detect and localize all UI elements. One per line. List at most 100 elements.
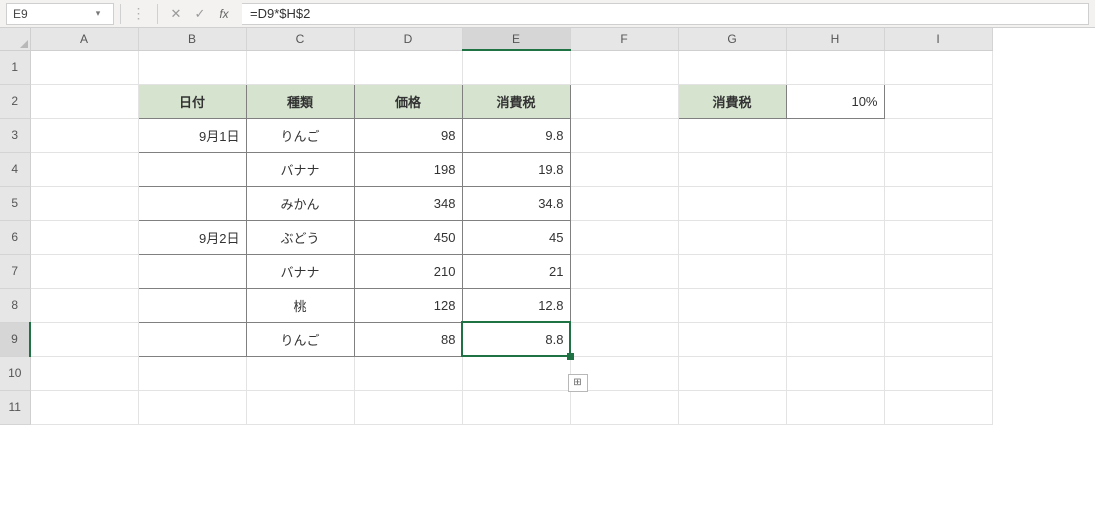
cell-E6[interactable]: 45: [462, 220, 570, 254]
cell-F3[interactable]: [570, 118, 678, 152]
cell-E8[interactable]: 12.8: [462, 288, 570, 322]
row-head-9[interactable]: 9: [0, 322, 30, 356]
cell-A4[interactable]: [30, 152, 138, 186]
cell-I9[interactable]: [884, 322, 992, 356]
col-head-E[interactable]: E: [462, 28, 570, 50]
more-icon[interactable]: ⋮: [127, 3, 151, 25]
cell-D11[interactable]: [354, 390, 462, 424]
cell-I5[interactable]: [884, 186, 992, 220]
row-head-7[interactable]: 7: [0, 254, 30, 288]
row-head-5[interactable]: 5: [0, 186, 30, 220]
cell-E5[interactable]: 34.8: [462, 186, 570, 220]
cell-A3[interactable]: [30, 118, 138, 152]
cell-I4[interactable]: [884, 152, 992, 186]
cell-I3[interactable]: [884, 118, 992, 152]
cell-G5[interactable]: [678, 186, 786, 220]
cell-D4[interactable]: 198: [354, 152, 462, 186]
row-head-8[interactable]: 8: [0, 288, 30, 322]
cancel-icon[interactable]: ✕: [164, 3, 188, 25]
cell-G1[interactable]: [678, 50, 786, 84]
cell-B8[interactable]: [138, 288, 246, 322]
cell-F9[interactable]: [570, 322, 678, 356]
cell-H2[interactable]: 10%: [786, 84, 884, 118]
cell-E4[interactable]: 19.8: [462, 152, 570, 186]
cell-C9[interactable]: りんご: [246, 322, 354, 356]
cell-E7[interactable]: 21: [462, 254, 570, 288]
cell-A10[interactable]: [30, 356, 138, 390]
cell-D5[interactable]: 348: [354, 186, 462, 220]
autofill-options-icon[interactable]: ⊞: [568, 374, 588, 392]
cell-F6[interactable]: [570, 220, 678, 254]
cell-F4[interactable]: [570, 152, 678, 186]
cell-G10[interactable]: [678, 356, 786, 390]
cell-C11[interactable]: [246, 390, 354, 424]
cell-I10[interactable]: [884, 356, 992, 390]
cell-C8[interactable]: 桃: [246, 288, 354, 322]
chevron-down-icon[interactable]: ▾: [89, 8, 107, 19]
cell-I8[interactable]: [884, 288, 992, 322]
formula-input-wrap[interactable]: [242, 3, 1089, 25]
cell-I11[interactable]: [884, 390, 992, 424]
cell-C2[interactable]: 種類: [246, 84, 354, 118]
cell-H3[interactable]: [786, 118, 884, 152]
cell-H1[interactable]: [786, 50, 884, 84]
row-head-2[interactable]: 2: [0, 84, 30, 118]
cell-G8[interactable]: [678, 288, 786, 322]
cell-C4[interactable]: バナナ: [246, 152, 354, 186]
name-box-input[interactable]: [7, 7, 89, 21]
cell-F1[interactable]: [570, 50, 678, 84]
row-head-11[interactable]: 11: [0, 390, 30, 424]
cell-I1[interactable]: [884, 50, 992, 84]
cell-E9[interactable]: 8.8 ⊞: [462, 322, 570, 356]
cell-C5[interactable]: みかん: [246, 186, 354, 220]
cell-D8[interactable]: 128: [354, 288, 462, 322]
cell-D2[interactable]: 価格: [354, 84, 462, 118]
cell-D9[interactable]: 88: [354, 322, 462, 356]
cell-B9[interactable]: [138, 322, 246, 356]
cell-D6[interactable]: 450: [354, 220, 462, 254]
cell-G6[interactable]: [678, 220, 786, 254]
cell-H10[interactable]: [786, 356, 884, 390]
col-head-A[interactable]: A: [30, 28, 138, 50]
cell-C7[interactable]: バナナ: [246, 254, 354, 288]
cell-A9[interactable]: [30, 322, 138, 356]
cell-A11[interactable]: [30, 390, 138, 424]
cell-H6[interactable]: [786, 220, 884, 254]
name-box[interactable]: ▾: [6, 3, 114, 25]
cell-B1[interactable]: [138, 50, 246, 84]
cell-D1[interactable]: [354, 50, 462, 84]
cell-B11[interactable]: [138, 390, 246, 424]
cell-D7[interactable]: 210: [354, 254, 462, 288]
cell-D10[interactable]: [354, 356, 462, 390]
cell-H11[interactable]: [786, 390, 884, 424]
cell-C3[interactable]: りんご: [246, 118, 354, 152]
cell-A6[interactable]: [30, 220, 138, 254]
cell-C10[interactable]: [246, 356, 354, 390]
confirm-icon[interactable]: ✓: [188, 3, 212, 25]
cell-G2[interactable]: 消費税: [678, 84, 786, 118]
cell-A8[interactable]: [30, 288, 138, 322]
cell-G11[interactable]: [678, 390, 786, 424]
cell-H5[interactable]: [786, 186, 884, 220]
cell-E11[interactable]: [462, 390, 570, 424]
cell-H8[interactable]: [786, 288, 884, 322]
col-head-C[interactable]: C: [246, 28, 354, 50]
cell-A1[interactable]: [30, 50, 138, 84]
cell-G3[interactable]: [678, 118, 786, 152]
col-head-G[interactable]: G: [678, 28, 786, 50]
cell-H9[interactable]: [786, 322, 884, 356]
cell-E10[interactable]: [462, 356, 570, 390]
row-head-3[interactable]: 3: [0, 118, 30, 152]
cell-C1[interactable]: [246, 50, 354, 84]
row-head-1[interactable]: 1: [0, 50, 30, 84]
cell-E3[interactable]: 9.8: [462, 118, 570, 152]
col-head-B[interactable]: B: [138, 28, 246, 50]
cell-F8[interactable]: [570, 288, 678, 322]
cell-C6[interactable]: ぶどう: [246, 220, 354, 254]
cell-H7[interactable]: [786, 254, 884, 288]
cell-F7[interactable]: [570, 254, 678, 288]
cell-I6[interactable]: [884, 220, 992, 254]
cell-G4[interactable]: [678, 152, 786, 186]
cell-D3[interactable]: 98: [354, 118, 462, 152]
col-head-H[interactable]: H: [786, 28, 884, 50]
